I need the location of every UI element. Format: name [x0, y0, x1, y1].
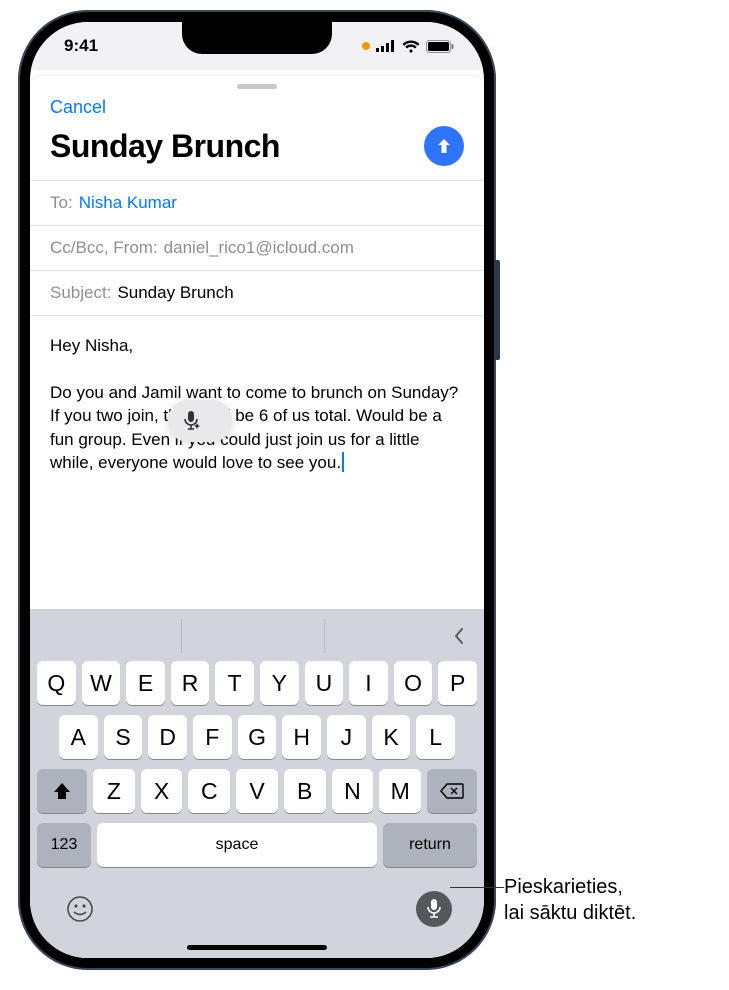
callout-leader-line [450, 887, 504, 888]
key-row-3: Z X C V B N M [34, 769, 480, 813]
shift-icon [52, 782, 72, 800]
key-k[interactable]: K [372, 715, 411, 759]
send-button[interactable] [424, 126, 464, 166]
compose-title: Sunday Brunch [50, 128, 280, 165]
to-label: To: [50, 193, 73, 213]
numbers-key[interactable]: 123 [37, 823, 91, 867]
notch [182, 22, 332, 54]
key-h[interactable]: H [282, 715, 321, 759]
suggestion-slot-2[interactable] [182, 619, 324, 653]
from-value: daniel_rico1@icloud.com [164, 238, 354, 258]
return-key[interactable]: return [383, 823, 477, 867]
emoji-icon [65, 894, 95, 924]
battery-icon [426, 40, 454, 53]
key-row-2: A S D F G H J K L [34, 715, 480, 759]
phone-frame: 9:41 Cancel Sunday Brunch To: Nisha [18, 10, 496, 970]
key-n[interactable]: N [332, 769, 374, 813]
key-b[interactable]: B [284, 769, 326, 813]
key-l[interactable]: L [416, 715, 455, 759]
cellular-icon [376, 40, 396, 52]
arrow-up-icon [434, 136, 454, 156]
key-row-4: 123 space return [34, 823, 480, 867]
callout-line-2: lai sāktu diktēt. [504, 900, 636, 926]
status-time: 9:41 [64, 36, 98, 56]
mic-sparkle-icon [182, 410, 202, 432]
screen: 9:41 Cancel Sunday Brunch To: Nisha [30, 22, 484, 958]
key-u[interactable]: U [305, 661, 344, 705]
key-i[interactable]: I [349, 661, 388, 705]
key-a[interactable]: A [59, 715, 98, 759]
key-r[interactable]: R [171, 661, 210, 705]
cc-bcc-from-field[interactable]: Cc/Bcc, From: daniel_rico1@icloud.com [30, 225, 484, 270]
text-cursor [342, 452, 344, 472]
key-c[interactable]: C [188, 769, 230, 813]
key-f[interactable]: F [193, 715, 232, 759]
sheet-grabber[interactable] [237, 84, 277, 89]
cc-label: Cc/Bcc, From: [50, 238, 158, 258]
mic-indicator-dot [362, 42, 370, 50]
subject-label: Subject: [50, 283, 111, 303]
dictate-button[interactable] [416, 891, 452, 927]
body-greeting: Hey Nisha, [50, 334, 464, 357]
subject-field[interactable]: Subject: Sunday Brunch [30, 270, 484, 315]
key-x[interactable]: X [141, 769, 183, 813]
key-g[interactable]: G [238, 715, 277, 759]
side-button [494, 260, 500, 360]
wifi-icon [402, 40, 420, 53]
callout-line-1: Pieskarieties, [504, 874, 636, 900]
key-e[interactable]: E [126, 661, 165, 705]
key-o[interactable]: O [394, 661, 433, 705]
key-w[interactable]: W [82, 661, 121, 705]
mic-icon [425, 898, 443, 920]
home-indicator[interactable] [187, 945, 327, 950]
shift-key[interactable] [37, 769, 87, 813]
key-z[interactable]: Z [93, 769, 135, 813]
emoji-button[interactable] [62, 891, 98, 927]
status-icons [362, 40, 454, 53]
chevron-left-icon [452, 626, 466, 646]
key-d[interactable]: D [148, 715, 187, 759]
key-y[interactable]: Y [260, 661, 299, 705]
message-body[interactable]: Hey Nisha, Do you and Jamil want to come… [30, 315, 484, 609]
to-field[interactable]: To: Nisha Kumar [30, 180, 484, 225]
dictation-popover[interactable] [168, 400, 232, 442]
key-q[interactable]: Q [37, 661, 76, 705]
cancel-button[interactable]: Cancel [50, 93, 106, 118]
compose-sheet: Cancel Sunday Brunch To: Nisha Kumar Cc/… [30, 76, 484, 958]
key-j[interactable]: J [327, 715, 366, 759]
key-t[interactable]: T [215, 661, 254, 705]
suggestion-bar [34, 617, 480, 661]
backspace-key[interactable] [427, 769, 477, 813]
keyboard-bottom-row [34, 877, 480, 935]
backspace-icon [440, 782, 464, 800]
key-p[interactable]: P [438, 661, 477, 705]
to-value[interactable]: Nisha Kumar [79, 193, 177, 213]
body-paragraph: Do you and Jamil want to come to brunch … [50, 383, 458, 472]
callout-text: Pieskarieties, lai sāktu diktēt. [504, 874, 636, 926]
suggestion-slot-1[interactable] [40, 619, 182, 653]
space-key[interactable]: space [97, 823, 377, 867]
subject-value: Sunday Brunch [117, 283, 233, 303]
key-row-1: Q W E R T Y U I O P [34, 661, 480, 705]
suggestion-collapse[interactable] [325, 619, 474, 653]
keyboard: Q W E R T Y U I O P A S D F G H [30, 609, 484, 958]
key-s[interactable]: S [104, 715, 143, 759]
key-m[interactable]: M [379, 769, 421, 813]
key-v[interactable]: V [236, 769, 278, 813]
